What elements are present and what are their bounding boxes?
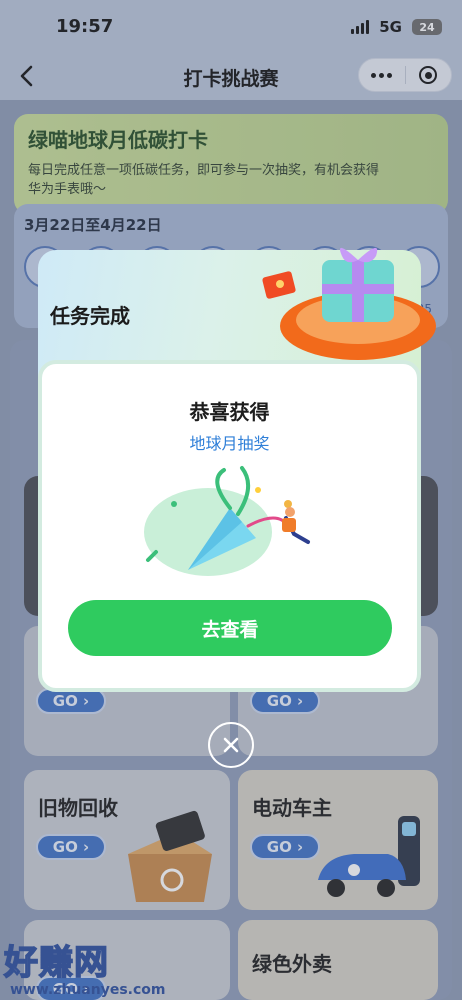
- party-popper-illustration: [144, 466, 310, 576]
- modal-body: 恭喜获得 地球月抽奖 去查看: [38, 360, 421, 692]
- gift-box-icon: [262, 247, 436, 360]
- close-modal-button[interactable]: [208, 722, 254, 768]
- view-prize-button[interactable]: 去查看: [68, 600, 392, 656]
- prize-heading: 恭喜获得: [189, 400, 270, 424]
- prize-name: 地球月抽奖: [189, 434, 270, 453]
- task-complete-modal: 任务完成 恭喜获得 地球月抽奖 去查看: [38, 247, 436, 692]
- modal-title: 任务完成: [50, 304, 130, 328]
- close-icon: [223, 737, 239, 753]
